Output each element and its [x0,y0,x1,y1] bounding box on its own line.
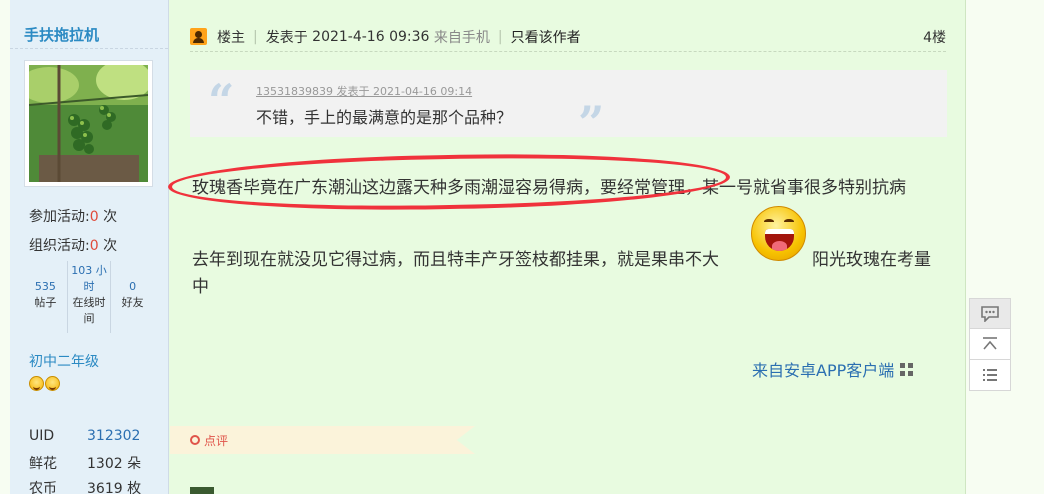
floor-number[interactable]: 4楼 [923,27,946,47]
info-coins: 农币 3619 枚 [29,481,142,494]
info-flowers: 鲜花 1302 朵 [29,456,142,472]
level-icons [29,376,60,391]
stat-friends[interactable]: 0 好友 [110,261,154,333]
role-label: 楼主 [217,29,245,46]
quote-block: “ 13531839839 发表于 2021-04-16 09:14 不错，手上… [190,70,947,150]
stat-online-time[interactable]: 103 小时 在线时间 [66,261,111,333]
comment-bar[interactable]: 点评 [170,426,475,454]
smiley-icon [29,376,44,391]
stat-posts[interactable]: 535 帖子 [24,261,67,333]
client-source-link[interactable]: 来自安卓APP客户端 [752,357,914,381]
avatar[interactable] [24,60,153,187]
post-line-3: 中 [192,277,209,297]
close-quote-icon: ” [578,96,605,150]
only-author-link[interactable]: 只看该作者 [511,27,581,47]
comment-icon [190,435,200,445]
qr-code-icon [900,362,914,376]
posted-prefix: 发表于 [265,29,308,46]
back-to-top-button[interactable] [969,329,1011,360]
open-quote-icon: “ [208,74,235,128]
quote-text: 不错，手上的最满意的是那个品种？ [256,108,513,127]
post-date: 2021-4-16 09:36 [312,28,430,45]
post-source: 来自手机 [433,29,490,46]
post-line-2-tail: 阳光玫瑰在考量 [812,250,931,270]
activity-organized: 组织活动:0 次 [29,238,118,254]
user-stats: 535 帖子 103 小时 在线时间 0 好友 [24,261,154,333]
info-uid: UID 312302 [29,428,141,444]
client-label: 来自安卓APP客户端 [752,361,895,380]
author-icon [190,28,207,45]
post-header: 楼主 | 发表于 2021-4-16 09:36 来自手机 | 只看该作者 4楼 [190,22,946,52]
divider [10,48,168,49]
floating-toolbar [969,298,1011,392]
reply-button[interactable] [969,298,1011,329]
avatar-image [29,65,148,182]
uid-link[interactable]: 312302 [87,428,140,444]
laughing-emoji-icon [751,206,806,261]
quote-meta[interactable]: 13531839839 发表于 2021-04-16 09:14 [256,83,472,99]
activity-joined: 参加活动:0 次 [29,209,118,225]
eye-left [764,219,774,224]
chat-bubble-icon [981,305,999,322]
comment-label: 点评 [204,433,229,448]
post-line-2: 去年到现在就没见它得过病，而且特丰产牙签枝都挂果，就是果串不大 [192,250,719,270]
next-post-avatar [190,487,214,494]
smiley-icon [45,376,60,391]
username-link[interactable]: 手扶拖拉机 [24,24,99,45]
arrow-up-icon [983,337,997,350]
mouth [765,229,794,251]
divider: | [497,28,503,45]
user-panel: 手扶拖拉机 参加活动:0 次 组织活动:0 次 535 帖子 103 小时 在线… [10,0,169,494]
user-level[interactable]: 初中二年级 [29,351,99,371]
eye-right [784,219,794,224]
list-button[interactable] [969,360,1011,391]
divider: | [253,28,258,45]
list-icon [983,369,997,381]
